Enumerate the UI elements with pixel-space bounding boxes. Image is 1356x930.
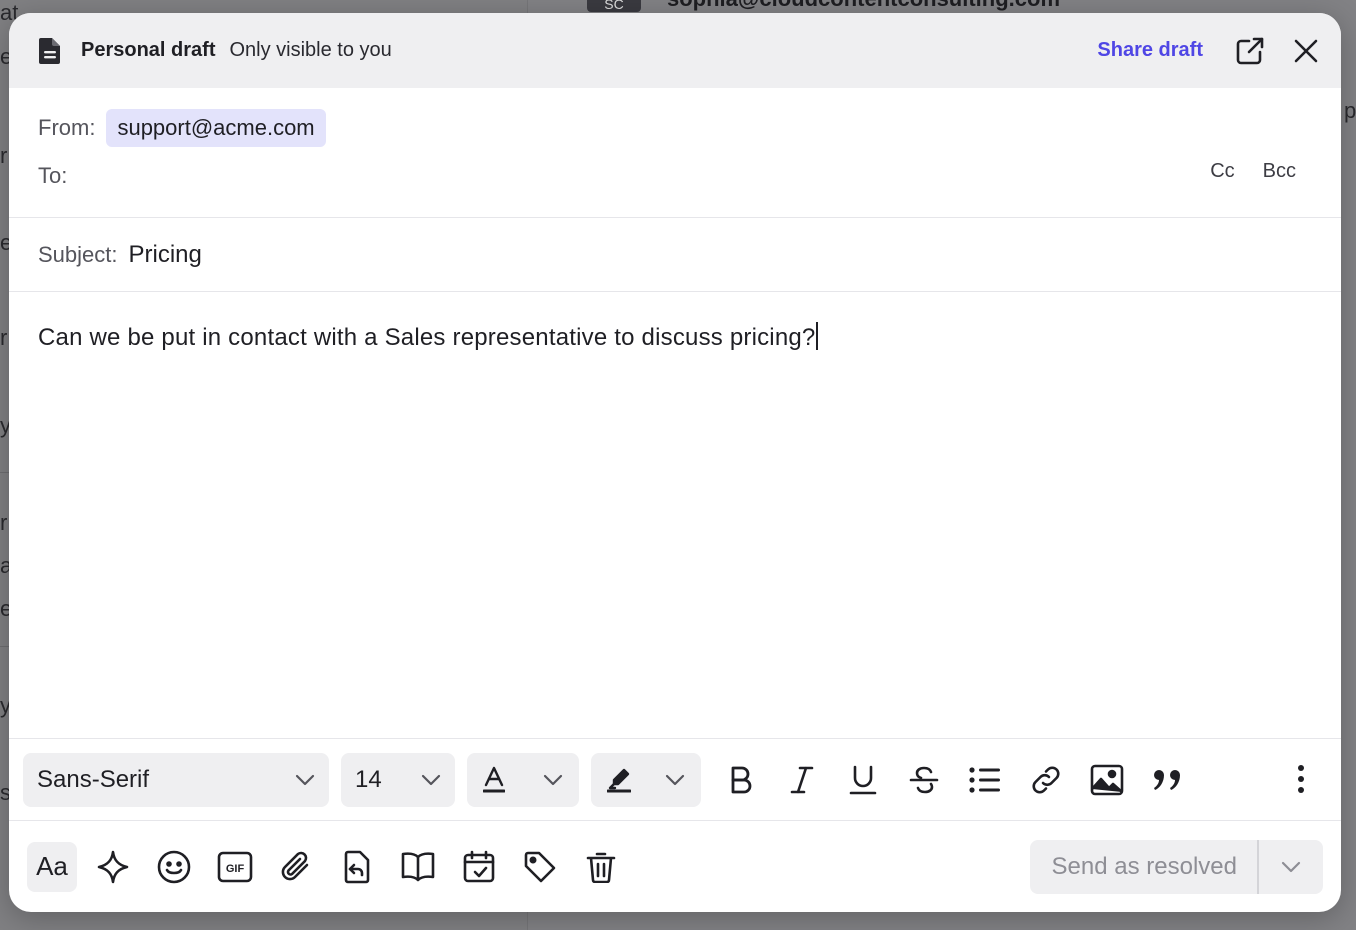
ai-assist-button[interactable] <box>88 842 138 892</box>
bcc-button[interactable]: Bcc <box>1263 160 1296 183</box>
insert-image-button[interactable] <box>1087 760 1127 800</box>
cc-bcc-toggles: Cc Bcc <box>1210 160 1296 183</box>
draft-title: Personal draft <box>81 39 216 61</box>
draft-header: Personal draft Only visible to you Share… <box>9 13 1341 88</box>
chevron-down-icon <box>665 774 685 785</box>
quote-icon <box>1154 769 1180 790</box>
cc-button[interactable]: Cc <box>1210 160 1234 183</box>
document-icon <box>37 37 65 65</box>
chevron-down-icon <box>543 774 563 785</box>
subject-row[interactable]: Subject: Pricing <box>9 218 1341 292</box>
insert-link-button[interactable] <box>1026 760 1066 800</box>
add-tag-button[interactable] <box>515 842 565 892</box>
send-button-group: Send as resolved <box>1029 840 1323 894</box>
chevron-down-icon <box>1281 861 1301 873</box>
from-row: From: support@acme.com <box>38 109 326 147</box>
font-family-select[interactable]: Sans-Serif <box>23 752 329 807</box>
insert-template-button[interactable] <box>332 842 382 892</box>
to-row: To: <box>38 163 1308 189</box>
background-text-fragment: p <box>1344 98 1356 123</box>
from-address-chip[interactable]: support@acme.com <box>106 109 326 147</box>
font-family-value: Sans-Serif <box>37 765 150 793</box>
email-composer: Personal draft Only visible to you Share… <box>9 13 1341 912</box>
image-icon <box>1090 764 1124 795</box>
popout-button[interactable] <box>1233 34 1267 68</box>
text-color-select[interactable] <box>467 752 579 807</box>
reply-template-icon <box>344 850 370 883</box>
draft-visibility-note: Only visible to you <box>229 39 392 61</box>
message-body-text: Can we be put in contact with a Sales re… <box>38 324 816 351</box>
subject-label: Subject: <box>38 241 118 267</box>
to-label: To: <box>38 163 68 188</box>
underline-button[interactable] <box>843 760 883 800</box>
background-text-fragment: r <box>0 325 8 350</box>
attachment-icon <box>281 851 309 880</box>
chevron-down-icon <box>421 774 441 785</box>
highlight-color-select[interactable] <box>591 752 701 807</box>
toggle-formatting-button[interactable]: Aa <box>27 841 77 892</box>
link-icon <box>1032 766 1060 793</box>
font-size-select[interactable]: 14 <box>341 752 455 807</box>
tag-icon <box>524 851 556 882</box>
share-draft-button[interactable]: Share draft <box>1097 39 1203 62</box>
bold-button[interactable] <box>721 760 761 800</box>
bold-icon <box>731 766 752 793</box>
gif-button[interactable]: GIF <box>210 842 260 892</box>
italic-button[interactable] <box>782 760 822 800</box>
knowledge-book-icon <box>401 851 435 881</box>
formatting-toolbar: Sans-Serif 14 <box>9 738 1341 821</box>
discard-draft-button[interactable] <box>576 842 626 892</box>
message-body-editor[interactable]: Can we be put in contact with a Sales re… <box>9 292 1341 738</box>
background-email: sophia@cloudcontentconsulting.com <box>667 0 1060 12</box>
underline-icon <box>849 765 877 794</box>
more-options-button[interactable] <box>1281 759 1321 799</box>
italic-icon <box>790 766 814 793</box>
text-caret <box>816 322 819 350</box>
bullet-list-icon <box>969 766 1000 793</box>
gif-icon: GIF <box>217 851 253 882</box>
chevron-down-icon <box>295 774 315 785</box>
background-text-fragment: r <box>0 143 8 168</box>
blockquote-button[interactable] <box>1148 760 1188 800</box>
more-vertical-icon <box>1298 765 1304 793</box>
attach-file-button[interactable] <box>271 842 321 892</box>
highlighter-icon <box>607 768 631 792</box>
background-text-fragment: r <box>0 510 8 535</box>
sparkle-icon <box>97 850 129 883</box>
send-as-resolved-button[interactable]: Send as resolved <box>1030 840 1259 894</box>
emoji-button[interactable] <box>149 842 199 892</box>
external-link-icon <box>1236 37 1264 64</box>
svg-text:GIF: GIF <box>226 863 245 875</box>
schedule-send-button[interactable] <box>454 842 504 892</box>
format-toggle-label: Aa <box>36 851 68 881</box>
address-block: From: support@acme.com To: Cc Bcc <box>9 88 1341 218</box>
bullet-list-button[interactable] <box>965 760 1005 800</box>
strikethrough-button[interactable] <box>904 760 944 800</box>
knowledge-base-button[interactable] <box>393 842 443 892</box>
font-size-value: 14 <box>355 765 382 793</box>
schedule-icon <box>463 850 495 882</box>
composer-action-bar: Aa GIF Send as resolved <box>9 821 1341 912</box>
background-avatar: SC <box>587 0 641 12</box>
strikethrough-icon <box>909 766 939 793</box>
text-color-icon <box>483 766 505 792</box>
trash-icon <box>586 852 616 883</box>
from-label: From: <box>38 115 96 140</box>
subject-input[interactable]: Pricing <box>129 241 202 269</box>
format-buttons <box>721 760 1188 800</box>
to-input[interactable] <box>77 163 1308 189</box>
close-icon <box>1294 39 1318 62</box>
close-button[interactable] <box>1289 34 1323 68</box>
send-options-button[interactable] <box>1259 840 1323 894</box>
emoji-icon <box>157 850 191 883</box>
